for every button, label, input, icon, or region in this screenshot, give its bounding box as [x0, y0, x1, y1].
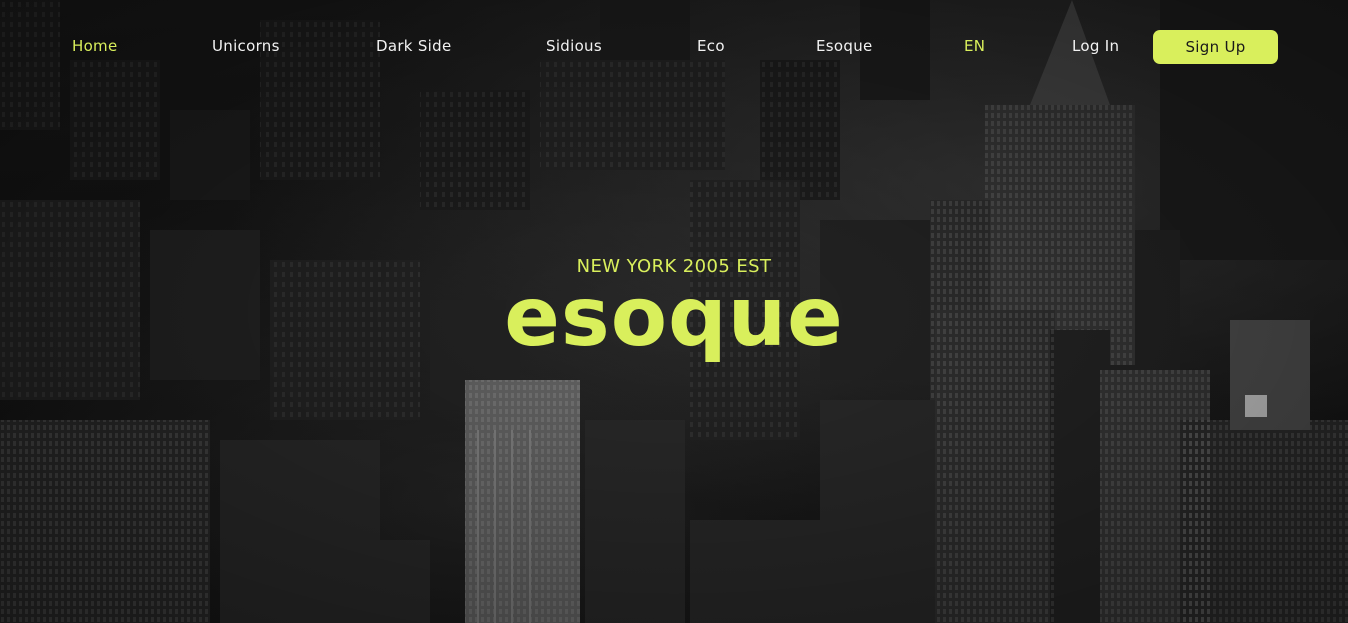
language-selector[interactable]: EN — [964, 37, 985, 55]
login-link[interactable]: Log In — [1072, 37, 1119, 55]
nav-item-unicorns[interactable]: Unicorns — [212, 37, 280, 55]
hero-section: Home Unicorns Dark Side Sidious Eco Esoq… — [0, 0, 1348, 623]
nav-item-sidious[interactable]: Sidious — [546, 37, 602, 55]
signup-button[interactable]: Sign Up — [1153, 30, 1278, 64]
nav-item-home[interactable]: Home — [72, 37, 118, 55]
nav-item-eco[interactable]: Eco — [697, 37, 725, 55]
nav-item-esoque[interactable]: Esoque — [816, 37, 873, 55]
top-navigation: Home Unicorns Dark Side Sidious Eco Esoq… — [0, 0, 1348, 94]
nav-item-dark-side[interactable]: Dark Side — [376, 37, 452, 55]
hero-brand-title: esoque — [504, 270, 844, 365]
